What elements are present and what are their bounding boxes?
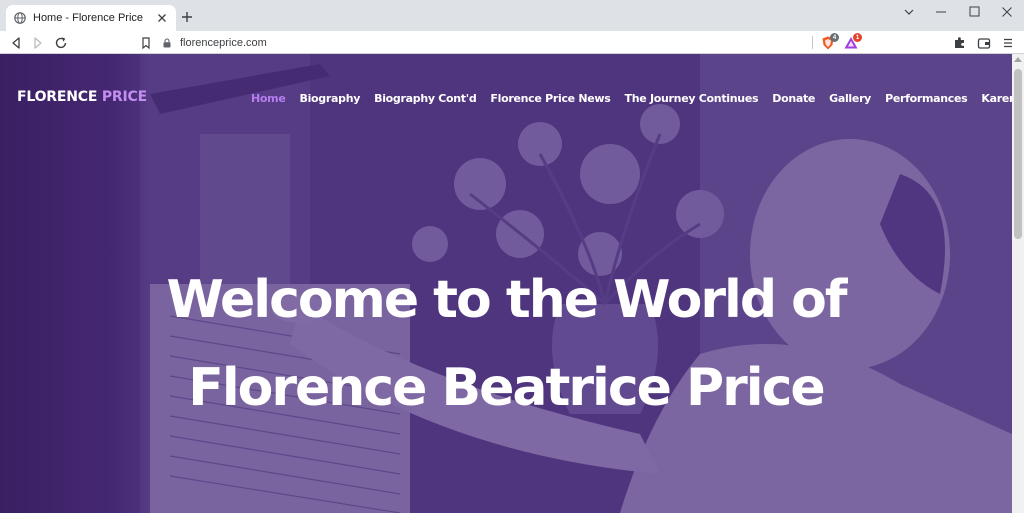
nav-the-journey-continues[interactable]: The Journey Continues (625, 92, 759, 108)
bookmark-icon[interactable] (138, 35, 154, 51)
hero-heading-line-1: Welcome to the World of (166, 270, 847, 330)
plus-icon[interactable] (180, 10, 194, 24)
url-text: florenceprice.com (180, 36, 267, 49)
nav-karen-walwyn[interactable]: Karen Walwyn (981, 92, 1012, 108)
minimize-icon[interactable] (929, 2, 953, 22)
hamburger-menu-icon[interactable] (1000, 35, 1016, 51)
page-viewport: FLORENCE PRICE Home Biography Biography … (0, 54, 1012, 513)
back-arrow-icon[interactable] (8, 35, 24, 51)
chevron-down-icon[interactable] (897, 2, 921, 22)
reload-icon[interactable] (53, 35, 69, 51)
globe-icon (14, 12, 26, 24)
scrollbar-thumb[interactable] (1014, 69, 1022, 239)
logo-first-word: FLORENCE (17, 89, 98, 105)
browser-tab-strip: Home - Florence Price (0, 0, 1024, 31)
hero-heading-line-2: Florence Beatrice Price (188, 358, 825, 418)
browser-tab[interactable]: Home - Florence Price (6, 5, 176, 31)
address-bar[interactable]: florenceprice.com (162, 33, 868, 52)
nav-performances[interactable]: Performances (885, 92, 968, 108)
logo-second-word: PRICE (101, 89, 147, 105)
maximize-icon[interactable] (962, 2, 986, 22)
lock-icon (163, 37, 171, 47)
scroll-up-arrow-icon[interactable] (1014, 57, 1022, 62)
page-scrollbar[interactable] (1012, 54, 1024, 513)
nav-biography[interactable]: Biography (300, 92, 361, 108)
nav-home[interactable]: Home (251, 92, 286, 108)
rewards-count-badge: 1 (853, 33, 862, 42)
nav-florence-price-news[interactable]: Florence Price News (490, 92, 610, 108)
main-navigation: Home Biography Biography Cont'd Florence… (251, 92, 1012, 108)
wallet-icon[interactable] (976, 35, 992, 51)
toolbar-separator (812, 36, 813, 49)
nav-donate[interactable]: Donate (772, 92, 815, 108)
hero-heading: Welcome to the World of Florence Beatric… (0, 256, 1012, 432)
nav-biography-contd[interactable]: Biography Cont'd (374, 92, 477, 108)
close-icon[interactable] (156, 12, 168, 24)
nav-gallery[interactable]: Gallery (829, 92, 871, 108)
forward-arrow-icon[interactable] (30, 35, 46, 51)
browser-toolbar: florenceprice.com 4 1 (0, 31, 1024, 54)
shield-count-badge: 4 (830, 33, 839, 42)
tab-title: Home - Florence Price (33, 12, 144, 24)
window-close-icon[interactable] (995, 2, 1019, 22)
puzzle-icon[interactable] (952, 35, 968, 51)
site-logo[interactable]: FLORENCE PRICE (17, 89, 147, 105)
